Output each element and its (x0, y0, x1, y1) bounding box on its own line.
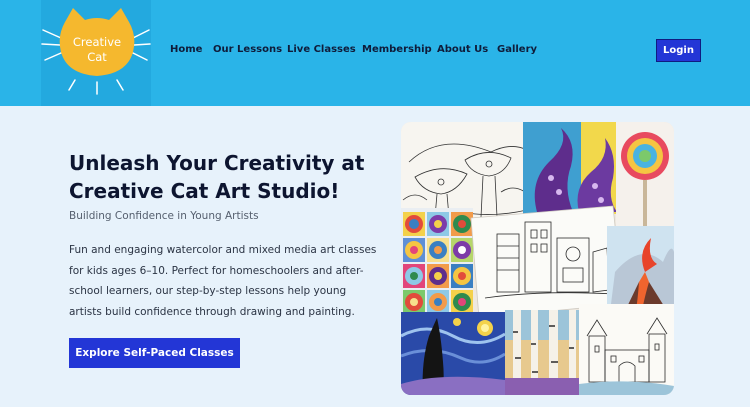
buildings-drawing (470, 205, 624, 319)
login-button[interactable]: Login (656, 39, 701, 62)
nav-gallery[interactable]: Gallery (497, 44, 537, 55)
nav-home[interactable]: Home (170, 44, 202, 55)
lollipop-painting (616, 122, 674, 228)
site-header: Creative Cat Home Our Lessons Live Class… (0, 0, 750, 106)
hero-subtitle: Building Confidence in Young Artists (69, 210, 259, 222)
cat-logo-icon: Creative Cat (41, 8, 151, 95)
birch-trees-painting (505, 310, 585, 395)
hero-description: Fun and engaging watercolor and mixed me… (69, 244, 377, 318)
starry-night-painting (401, 312, 506, 395)
logo-text-line2: Cat (87, 50, 107, 64)
explore-classes-button[interactable]: Explore Self-Paced Classes (69, 338, 240, 368)
nav-live-classes[interactable]: Live Classes (287, 44, 356, 55)
nav-our-lessons[interactable]: Our Lessons (213, 44, 282, 55)
castle-drawing (579, 304, 674, 395)
nav-membership[interactable]: Membership (362, 44, 432, 55)
circles-painting (401, 208, 473, 328)
tentacle-painting (523, 122, 619, 214)
artwork-collage-image (401, 122, 674, 395)
nav-about-us[interactable]: About Us (437, 44, 488, 55)
hero-title: Unleash Your Creativity at Creative Cat … (69, 151, 365, 203)
logo-text-line1: Creative (73, 35, 121, 49)
logo[interactable]: Creative Cat (41, 0, 151, 106)
mushroom-drawing (401, 122, 528, 218)
